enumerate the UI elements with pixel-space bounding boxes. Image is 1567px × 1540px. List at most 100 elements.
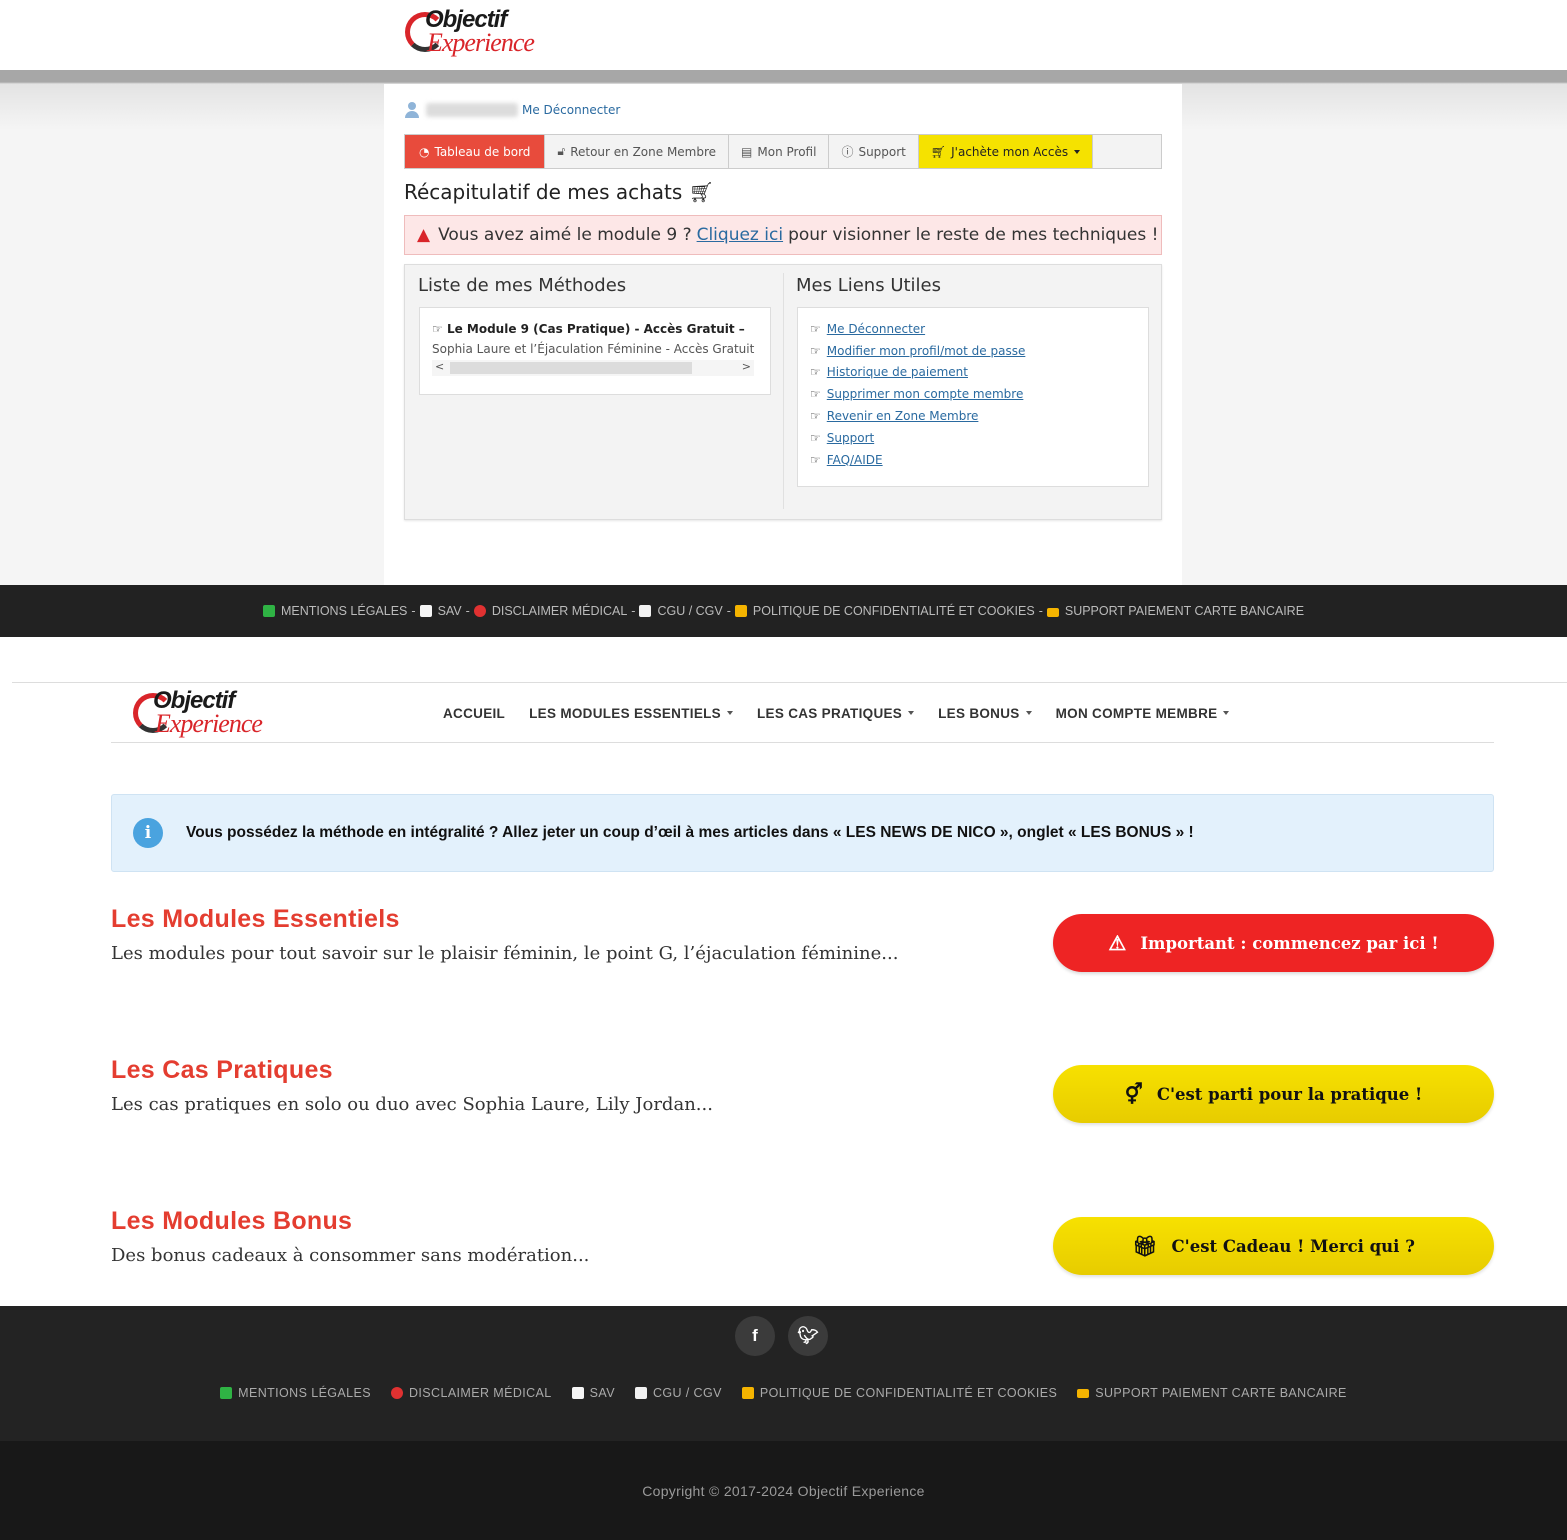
separator: - bbox=[726, 604, 731, 618]
footer-link-cgu[interactable]: CGU / CGV bbox=[639, 604, 723, 618]
credit-card-icon bbox=[1077, 1388, 1090, 1398]
nav-home[interactable]: ACCUEIL bbox=[443, 706, 505, 721]
social-links: f 🐦︎ bbox=[735, 1316, 841, 1356]
footer-link-sav[interactable]: SAV bbox=[571, 1386, 615, 1400]
top-footer: MENTIONS LÉGALES - SAV - DISCLAIMER MÉDICA… bbox=[0, 585, 1567, 637]
site-logo[interactable]: Objectif Experience bbox=[133, 687, 273, 741]
nav-label: LES BONUS bbox=[938, 705, 1020, 721]
useful-link-item: ☞ FAQ/AIDE bbox=[810, 449, 1136, 471]
footer-link-label: CGU / CGV bbox=[652, 1386, 722, 1400]
tab-member-zone[interactable]: 🔓︎ Retour en Zone Membre bbox=[545, 135, 730, 168]
info-banner-text: Vous possédez la méthode en intégralité … bbox=[186, 824, 1194, 841]
scroll-left-icon[interactable]: < bbox=[435, 360, 444, 373]
link-logout[interactable]: Me Déconnecter bbox=[827, 322, 925, 336]
chevron-down-icon bbox=[908, 711, 915, 715]
chevron-down-icon bbox=[1223, 711, 1230, 715]
section-cas-pratiques: Les Cas Pratiques Les cas pratiques en s… bbox=[111, 1056, 1494, 1136]
footer-link-label: POLITIQUE DE CONFIDENTIALITÉ ET COOKIES bbox=[759, 1386, 1058, 1400]
footer-link-label: SAV bbox=[589, 1386, 615, 1400]
logo-word-2: Experience bbox=[427, 28, 535, 57]
link-delete-account[interactable]: Supprimer mon compte membre bbox=[827, 387, 1024, 401]
link-support[interactable]: Support bbox=[827, 431, 874, 445]
start-here-button[interactable]: ⚠ Important : commencez par ici ! bbox=[1053, 914, 1494, 972]
footer-link-label: SUPPORT PAIEMENT CARTE BANCAIRE bbox=[1095, 1386, 1347, 1400]
footer-link-card-support[interactable]: SUPPORT PAIEMENT CARTE BANCAIRE bbox=[1077, 1386, 1347, 1400]
link-member-zone[interactable]: Revenir en Zone Membre bbox=[827, 409, 979, 423]
useful-link-item: ☞ Support bbox=[810, 427, 1136, 449]
section-description: Les modules pour tout savoir sur le plai… bbox=[111, 943, 899, 964]
nav-modules-essentiels[interactable]: LES MODULES ESSENTIELS bbox=[529, 706, 733, 721]
section-modules-essentiels: Les Modules Essentiels Les modules pour … bbox=[111, 905, 1494, 985]
column-divider bbox=[783, 273, 784, 509]
facebook-icon[interactable]: f bbox=[735, 1316, 775, 1356]
alert-link[interactable]: Cliquez ici bbox=[697, 225, 783, 245]
top-header: Objectif Experience bbox=[0, 0, 1567, 70]
separator: - bbox=[411, 604, 416, 618]
nav-bonus[interactable]: LES BONUS bbox=[938, 705, 1032, 721]
tab-buy-access[interactable]: 🛒︎ J'achète mon Accès bbox=[918, 135, 1094, 168]
footer-link-legal[interactable]: MENTIONS LÉGALES bbox=[220, 1386, 371, 1400]
no-entry-icon bbox=[473, 605, 486, 617]
horizontal-scrollbar[interactable]: < > bbox=[432, 360, 754, 376]
chevron-down-icon bbox=[727, 711, 733, 715]
section-modules-bonus: Les Modules Bonus Des bonus cadeaux à co… bbox=[111, 1207, 1494, 1287]
useful-link-item: ☞ Modifier mon profil/mot de passe bbox=[810, 340, 1136, 362]
twitter-icon[interactable]: 🐦︎ bbox=[788, 1316, 828, 1356]
pointing-hand-icon: ☞ bbox=[810, 409, 821, 424]
footer-link-label: DISCLAIMER MÉDICAL bbox=[491, 604, 628, 618]
scrollbar-thumb[interactable] bbox=[450, 362, 692, 374]
memo-icon bbox=[634, 1387, 647, 1399]
user-icon bbox=[404, 102, 420, 118]
main-navbar: Objectif Experience ACCUEIL LES MODULES … bbox=[111, 683, 1494, 743]
tab-label: Mon Profil bbox=[757, 144, 817, 159]
tab-profile[interactable]: ▤ Mon Profil bbox=[729, 135, 830, 168]
footer-link-disclaimer[interactable]: DISCLAIMER MÉDICAL bbox=[473, 604, 628, 618]
siren-icon: ▲ bbox=[417, 225, 431, 245]
footer-link-sav[interactable]: SAV bbox=[419, 604, 462, 618]
nav-member-account[interactable]: MON COMPTE MEMBRE bbox=[1056, 706, 1230, 721]
section-title: Les Cas Pratiques bbox=[111, 1056, 333, 1084]
footer-link-label: CGU / CGV bbox=[657, 604, 723, 618]
tab-label: Tableau de bord bbox=[434, 144, 531, 159]
nav-label: LES MODULES ESSENTIELS bbox=[529, 705, 721, 721]
speech-bubble-icon bbox=[419, 605, 432, 617]
method-item[interactable]: ☞ Le Module 9 (Cas Pratique) - Accès Gra… bbox=[432, 322, 745, 336]
section-separator bbox=[320, 1003, 1280, 1011]
credit-card-icon bbox=[1046, 608, 1059, 617]
logo-word-2: Experience bbox=[155, 709, 263, 738]
section-description: Des bonus cadeaux à consommer sans modér… bbox=[111, 1245, 590, 1266]
footer-link-privacy[interactable]: POLITIQUE DE CONFIDENTIALITÉ ET COOKIES bbox=[734, 604, 1035, 618]
footer-link-card-support[interactable]: SUPPORT PAIEMENT CARTE BANCAIRE bbox=[1046, 604, 1305, 618]
logout-link[interactable]: Me Déconnecter bbox=[522, 103, 620, 117]
footer-link-label: SUPPORT PAIEMENT CARTE BANCAIRE bbox=[1064, 604, 1305, 618]
button-label: Important : commencez par ici ! bbox=[1140, 933, 1439, 953]
dashboard-icon: ◔ bbox=[419, 144, 430, 159]
useful-link-item: ☞ Supprimer mon compte membre bbox=[810, 383, 1136, 405]
cart-icon: 🛒︎ bbox=[930, 144, 947, 159]
footer-link-disclaimer[interactable]: DISCLAIMER MÉDICAL bbox=[391, 1386, 552, 1400]
link-edit-profile[interactable]: Modifier mon profil/mot de passe bbox=[827, 344, 1026, 358]
footer-link-privacy[interactable]: POLITIQUE DE CONFIDENTIALITÉ ET COOKIES bbox=[741, 1386, 1058, 1400]
no-entry-icon bbox=[391, 1387, 403, 1399]
footer-link-cgu[interactable]: CGU / CGV bbox=[634, 1386, 722, 1400]
footer-link-legal[interactable]: MENTIONS LÉGALES bbox=[262, 604, 407, 618]
alert-text-end: pour visionner le reste de mes technique… bbox=[788, 225, 1159, 245]
separator: - bbox=[631, 604, 636, 618]
tab-label: Support bbox=[858, 144, 906, 159]
gift-button[interactable]: 🎁︎ C'est Cadeau ! Merci qui ? bbox=[1053, 1217, 1494, 1275]
link-faq[interactable]: FAQ/AIDE bbox=[827, 453, 883, 467]
pointing-hand-icon: ☞ bbox=[810, 430, 821, 445]
scroll-right-icon[interactable]: > bbox=[742, 360, 751, 373]
link-payment-history[interactable]: Historique de paiement bbox=[827, 365, 968, 379]
pointing-hand-icon: ☞ bbox=[810, 321, 821, 336]
site-logo[interactable]: Objectif Experience bbox=[405, 6, 545, 60]
check-icon bbox=[262, 605, 275, 617]
practice-button[interactable]: ⚥ C'est parti pour la pratique ! bbox=[1053, 1065, 1494, 1123]
nav-cas-pratiques[interactable]: LES CAS PRATIQUES bbox=[757, 706, 915, 721]
footer-link-label: MENTIONS LÉGALES bbox=[238, 1386, 371, 1400]
tab-label: Retour en Zone Membre bbox=[570, 144, 717, 159]
tab-dashboard[interactable]: ◔ Tableau de bord bbox=[405, 135, 546, 168]
speech-bubble-icon bbox=[571, 1387, 584, 1399]
tab-support[interactable]: ⓘ Support bbox=[829, 135, 919, 168]
lock-icon bbox=[734, 605, 747, 617]
